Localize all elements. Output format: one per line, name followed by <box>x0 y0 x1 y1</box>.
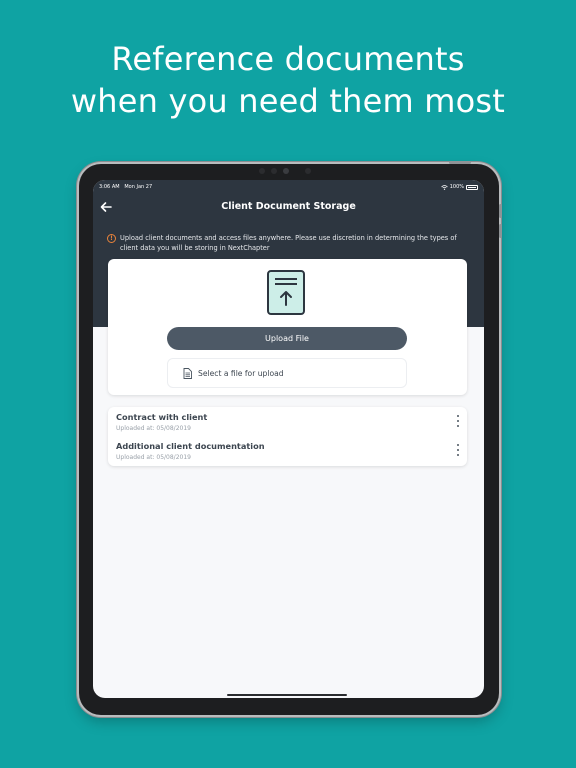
status-bar: 3:06 AM Mon Jan 27 100% <box>99 182 478 192</box>
status-date: Mon Jan 27 <box>124 184 153 190</box>
camera-bar <box>259 166 319 176</box>
upload-card: Upload File Select a file for upload <box>108 259 467 395</box>
battery-icon <box>466 184 478 190</box>
file-select-label: Select a file for upload <box>198 369 284 378</box>
upload-arrow-icon <box>280 291 292 306</box>
file-select-field[interactable]: Select a file for upload <box>167 358 407 388</box>
headline-line-2: when you need them most <box>70 82 506 120</box>
notice-text: Upload client documents and access files… <box>120 234 457 252</box>
status-time: 3:06 AM <box>99 184 120 190</box>
list-item[interactable]: Additional client documentation Uploaded… <box>108 436 467 465</box>
file-upload-date: Uploaded at: 05/08/2019 <box>116 425 191 432</box>
info-icon: ! <box>107 234 116 243</box>
wifi-icon <box>440 184 448 190</box>
file-name: Additional client documentation <box>116 441 265 451</box>
device-top-button <box>449 161 471 164</box>
file-name: Contract with client <box>116 412 208 422</box>
more-vertical-icon[interactable] <box>455 444 461 458</box>
storage-notice: ! Upload client documents and access fil… <box>107 234 467 253</box>
files-list: Contract with client Uploaded at: 05/08/… <box>108 407 467 466</box>
app-screen: 3:06 AM Mon Jan 27 100% Client Document … <box>93 180 484 698</box>
upload-file-button[interactable]: Upload File <box>167 327 407 350</box>
home-indicator[interactable] <box>227 694 347 696</box>
tablet-device: 3:06 AM Mon Jan 27 100% Client Document … <box>79 161 502 715</box>
device-volume-down <box>499 224 502 238</box>
battery-percent: 100% <box>449 184 464 190</box>
list-item[interactable]: Contract with client Uploaded at: 05/08/… <box>108 407 467 436</box>
more-vertical-icon[interactable] <box>455 415 461 429</box>
page-title: Client Document Storage <box>221 201 356 212</box>
upload-document-icon <box>267 270 305 315</box>
device-volume-up <box>499 204 502 218</box>
file-upload-date: Uploaded at: 05/08/2019 <box>116 454 191 461</box>
marketing-headline: Reference documents when you need them m… <box>0 38 576 122</box>
file-icon <box>183 368 192 379</box>
headline-line-1: Reference documents <box>111 40 465 78</box>
